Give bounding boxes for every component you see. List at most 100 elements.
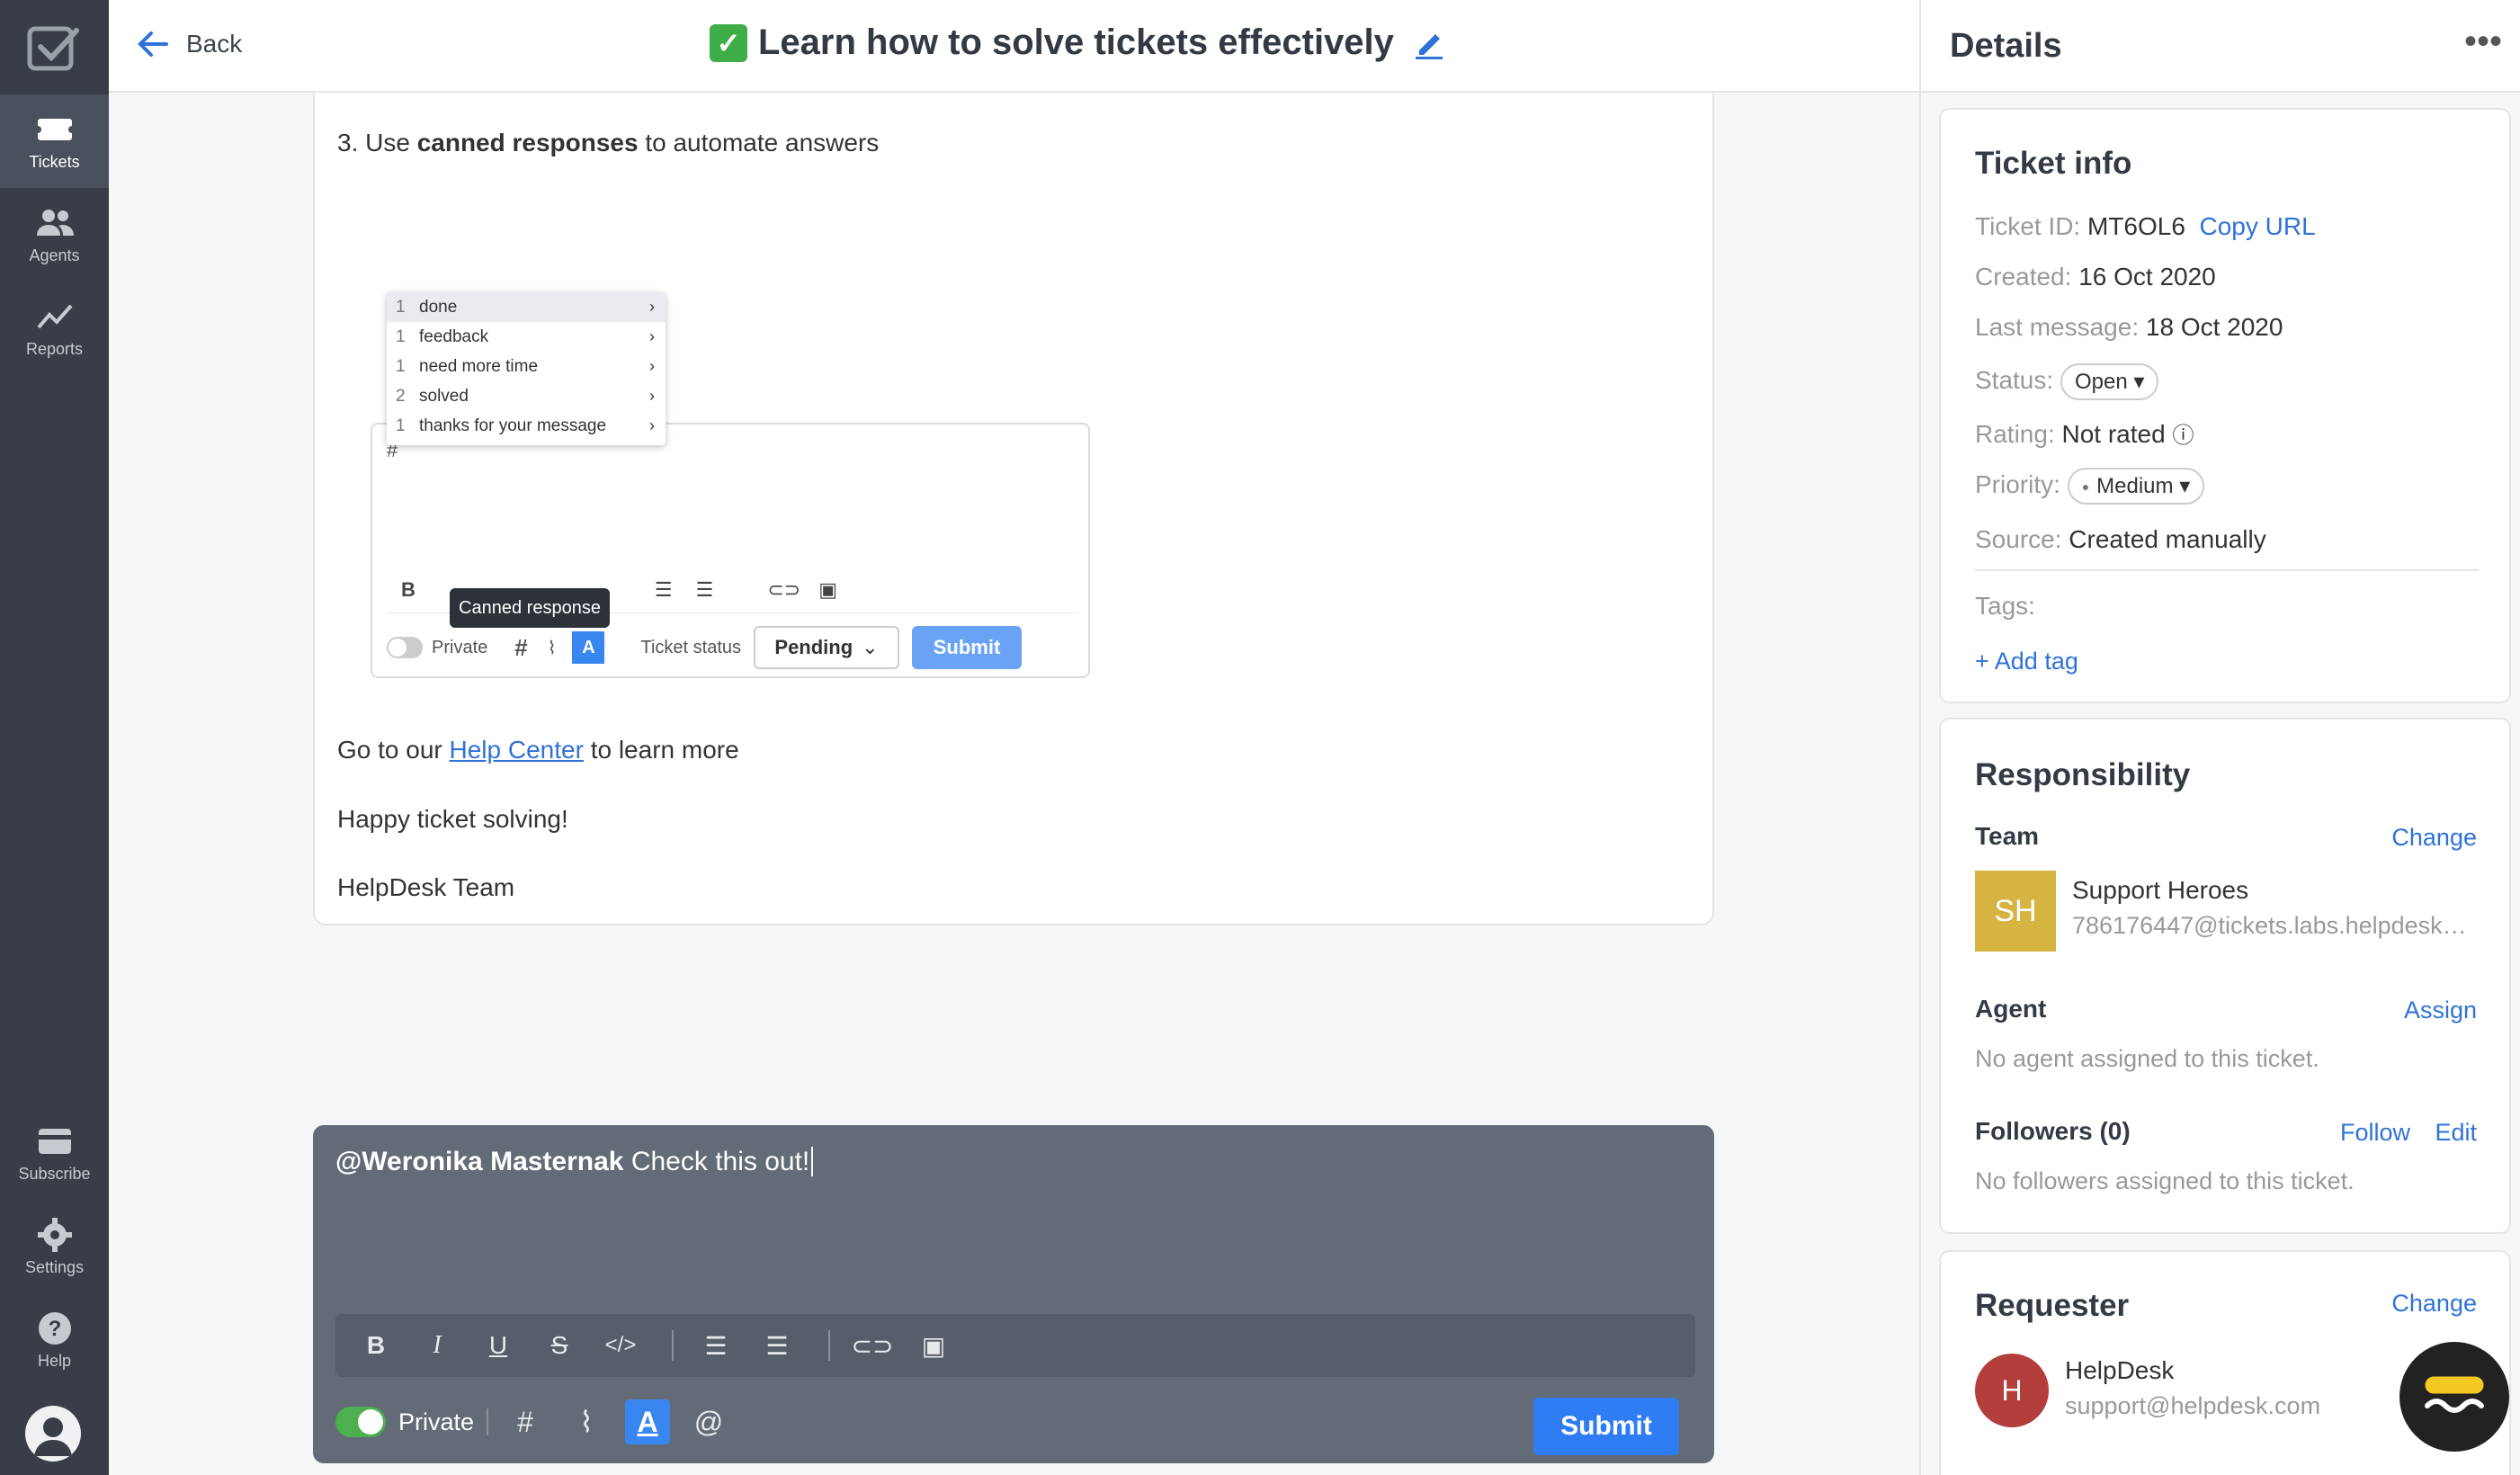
team-label: Team xyxy=(1975,822,2040,850)
add-tag-link[interactable]: + Add tag xyxy=(1975,648,2078,675)
message-card: 3. Use canned responses to automate answ… xyxy=(313,93,1714,925)
step-bold: canned responses xyxy=(416,129,639,156)
signature-line: HelpDesk Team xyxy=(337,873,515,901)
ticket-info-card: Ticket info Ticket ID: MT6OL6 Copy URL C… xyxy=(1939,108,2511,703)
dropdown-item: 1 thanks for your message › xyxy=(387,411,666,441)
dropdown-item: 1 need more time › xyxy=(387,352,666,381)
nav-item-settings[interactable]: Settings xyxy=(0,1200,109,1293)
link-button[interactable]: ⊂⊃ xyxy=(846,1319,898,1372)
canned-response-tooltip: Canned response xyxy=(450,588,610,628)
last-message-value: 18 Oct 2020 xyxy=(2145,313,2283,341)
team-change-link[interactable]: Change xyxy=(2391,824,2477,852)
pencil-icon[interactable] xyxy=(1412,26,1446,60)
team-avatar: SH xyxy=(1975,871,2056,952)
status-value: Pending xyxy=(774,636,853,658)
label: Source: xyxy=(1975,525,2062,553)
example-footer: Private # ⌇ A Ticket status Pending ⌄ Sub… xyxy=(387,625,1079,670)
label: Ticket ID: xyxy=(1975,212,2081,240)
private-toggle[interactable] xyxy=(335,1407,386,1437)
nav-item-label: Settings xyxy=(24,1257,85,1276)
nav-item-tickets[interactable]: Tickets xyxy=(0,94,109,188)
user-avatar[interactable] xyxy=(25,1406,81,1462)
ticket-info-heading: Ticket info xyxy=(1975,146,2132,181)
label: Rating: xyxy=(1975,420,2055,448)
agent-label: Agent xyxy=(1975,995,2047,1023)
source-row: Source: Created manually xyxy=(1975,525,2266,554)
item-label: need more time xyxy=(419,356,539,376)
follow-link[interactable]: Follow xyxy=(2340,1119,2410,1147)
ordered-list-button[interactable]: ☰ xyxy=(690,1319,742,1372)
edit-followers-link[interactable]: Edit xyxy=(2435,1119,2477,1147)
message-step-line: 3. Use canned responses to automate answ… xyxy=(337,129,879,157)
dropdown-item: 1 feedback › xyxy=(387,322,666,352)
code-button[interactable]: </> xyxy=(594,1319,647,1372)
help-center-link[interactable]: Help Center xyxy=(450,736,584,764)
dropdown-item: 1 done › xyxy=(387,292,666,322)
back-label: Back xyxy=(186,30,243,58)
nav-item-agents[interactable]: Agents xyxy=(0,188,109,282)
bullet-list-icon: ☰ xyxy=(695,577,714,601)
more-options-icon[interactable]: ••• xyxy=(2464,22,2502,62)
mention-button[interactable]: @ xyxy=(686,1399,731,1444)
requester-change-link[interactable]: Change xyxy=(2391,1290,2477,1318)
label: Last message: xyxy=(1975,313,2140,341)
example-status-select: Pending ⌄ xyxy=(754,626,899,669)
italic-button[interactable]: I xyxy=(411,1319,463,1372)
helpdesk-logo-icon[interactable] xyxy=(26,23,82,74)
label: Created: xyxy=(1975,263,2072,291)
dropdown-item: 2 solved › xyxy=(387,381,666,411)
attachment-button[interactable]: ⌇ xyxy=(564,1399,609,1444)
followers-empty: No followers assigned to this ticket. xyxy=(1975,1167,2355,1194)
chevron-right-icon: › xyxy=(649,357,655,375)
mention: @Weronika Masternak xyxy=(335,1147,624,1176)
responsibility-heading: Responsibility xyxy=(1975,757,2191,792)
toolbar-divider xyxy=(828,1330,830,1361)
canned-response-button[interactable]: # xyxy=(503,1399,548,1444)
created-row: Created: 16 Oct 2020 xyxy=(1975,263,2216,291)
help-icon: ? xyxy=(38,1311,71,1345)
agent-assign-link[interactable]: Assign xyxy=(2404,997,2477,1024)
bold-button[interactable]: B xyxy=(350,1319,402,1372)
ticket-id-row: Ticket ID: MT6OL6 Copy URL xyxy=(1975,212,2316,241)
requester-heading: Requester xyxy=(1975,1288,2130,1323)
nav-item-label: Tickets xyxy=(29,152,80,171)
footer-divider xyxy=(487,1408,489,1435)
ticket-header: Back ✓ Learn how to solve tickets effect… xyxy=(109,0,1919,93)
copy-url-link[interactable]: Copy URL xyxy=(2199,212,2315,240)
nav-item-reports[interactable]: Reports xyxy=(0,282,109,375)
requester-email: support@helpdesk.com xyxy=(2065,1392,2321,1419)
submit-button[interactable]: Submit xyxy=(1533,1398,1679,1455)
requester-avatar: H xyxy=(1975,1354,2049,1427)
app-root: Tickets Agents Reports Subscribe Setting… xyxy=(0,0,2520,1475)
example-private-toggle xyxy=(387,637,423,658)
team-email: 786176447@tickets.labs.helpdesk… xyxy=(2072,912,2467,939)
details-sidebar: Details ••• Ticket info Ticket ID: MT6OL… xyxy=(1919,0,2520,1475)
image-icon: ▣ xyxy=(818,577,838,601)
nav-item-help[interactable]: ? Help xyxy=(0,1293,109,1387)
canned-response-screenshot: # 1 done › 1 feedback › 1 need more time › 2 so… xyxy=(371,292,1144,742)
reply-composer[interactable]: @Weronika Masternak Check this out! B I … xyxy=(313,1125,1714,1463)
item-count: 1 xyxy=(396,416,406,435)
nav-item-subscribe[interactable]: Subscribe xyxy=(0,1106,109,1200)
chevron-right-icon: › xyxy=(649,416,655,434)
status-value: Open xyxy=(2074,369,2128,394)
image-button[interactable]: ▣ xyxy=(907,1319,960,1372)
bullet-list-button[interactable]: ☰ xyxy=(751,1319,803,1372)
composer-input[interactable]: @Weronika Masternak Check this out! xyxy=(335,1147,814,1177)
created-value: 16 Oct 2020 xyxy=(2078,263,2216,291)
ticket-icon xyxy=(37,118,72,140)
back-button[interactable]: Back xyxy=(136,27,242,61)
strikethrough-button[interactable]: S xyxy=(533,1319,585,1372)
reports-icon xyxy=(36,304,72,328)
info-icon[interactable]: ⓘ xyxy=(2172,424,2194,448)
chat-widget-button[interactable] xyxy=(2399,1342,2509,1452)
text-color-button[interactable]: A xyxy=(625,1399,671,1444)
composer-toolbar: B I U S </> ☰ ☰ ⊂⊃ ▣ xyxy=(335,1314,1695,1377)
underline-button[interactable]: U xyxy=(472,1319,524,1372)
status-select[interactable]: Open ▾ xyxy=(2060,363,2159,400)
help-center-line: Go to our Help Center to learn more xyxy=(337,736,739,764)
label: Status: xyxy=(1975,365,2054,394)
details-header: Details ••• xyxy=(1921,0,2520,93)
paperclip-icon: ⌇ xyxy=(547,638,557,658)
priority-select[interactable]: ● Medium ▾ xyxy=(2067,468,2205,505)
